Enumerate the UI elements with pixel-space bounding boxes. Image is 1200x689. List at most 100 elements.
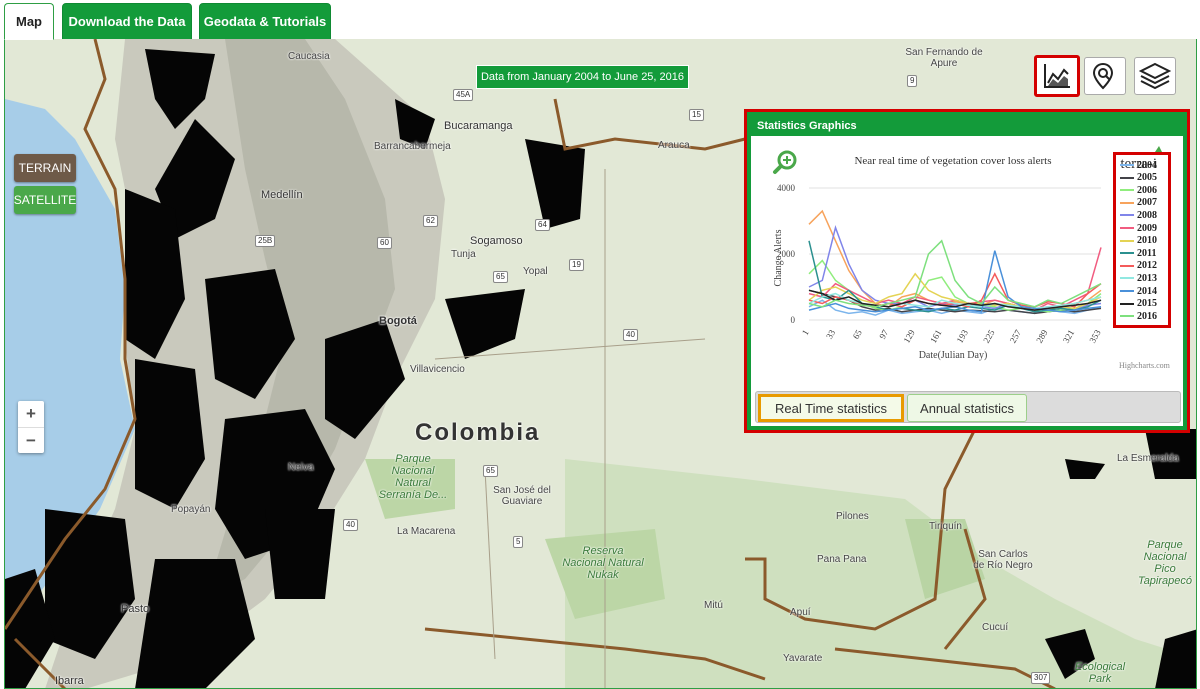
legend-item-2012[interactable]: 2012 [1120,260,1157,272]
road-shield: 65 [483,465,498,477]
legend-swatch [1120,290,1134,292]
tab-geodata-tutorials[interactable]: Geodata & Tutorials [199,3,331,40]
place-label: La Macarena [397,526,456,537]
legend-label: 2014 [1137,285,1157,297]
road-shield: 5 [513,536,524,548]
y-tick-label: 0 [791,315,796,325]
legend-item-2009[interactable]: 2009 [1120,222,1157,234]
chart-area: Near real time of vegetation cover loss … [755,138,1181,386]
place-label: Sogamoso [470,235,523,247]
chart-icon [1044,64,1070,88]
road-shield: 19 [569,259,584,271]
terrain-button[interactable]: TERRAIN [14,154,76,182]
tab-annual-statistics[interactable]: Annual statistics [907,394,1027,422]
place-label: Apuí [790,607,811,618]
place-label: Pana Pana [817,554,867,565]
legend-item-2015[interactable]: 2015 [1120,298,1157,310]
x-tick-label: 193 [955,328,971,345]
zoom-magnifier-icon[interactable] [773,150,797,174]
legend-item-2007[interactable]: 2007 [1120,197,1157,209]
statistics-tab-bar: Real Time statistics Annual statistics [755,391,1181,423]
legend-item-2008[interactable]: 2008 [1120,209,1157,221]
legend-swatch [1120,164,1134,166]
legend-label: 2010 [1137,235,1157,247]
legend-item-2010[interactable]: 2010 [1120,235,1157,247]
place-label: San Fernando de Apure [905,47,983,69]
legend-label: 2013 [1137,272,1157,284]
place-label: Yopal [523,266,548,277]
place-label: Yavarate [783,653,823,664]
place-label: Caucasia [288,51,330,62]
zoom-in-button[interactable]: + [18,401,44,427]
legend-swatch [1120,176,1134,179]
place-label: Bogotá [379,315,417,327]
park-label: Parque Nacional Pico Tapirapecó [1137,539,1193,587]
road-shield: 15 [689,109,704,121]
legend-label: 2004 [1137,159,1157,171]
legend-label: 2005 [1137,172,1157,184]
legend-label: 2007 [1137,197,1157,209]
legend-label: 2006 [1137,184,1157,196]
legend-swatch [1120,201,1134,204]
x-tick-label: 129 [902,328,918,345]
date-range-badge: Data from January 2004 to June 25, 2016 [476,65,689,89]
legend-label: 2016 [1137,310,1157,322]
road-shield: 62 [423,215,438,227]
tab-map[interactable]: Map [4,3,54,40]
x-tick-label: 65 [851,328,864,341]
x-tick-label: 321 [1061,328,1076,345]
layers-button[interactable] [1134,57,1176,95]
tab-real-time-statistics[interactable]: Real Time statistics [758,394,904,422]
road-shield: 45A [453,89,474,101]
legend-item-2014[interactable]: 2014 [1120,285,1157,297]
place-label: Neiva [288,462,314,473]
zoom-out-button[interactable]: − [18,427,44,453]
zoom-control: + − [18,401,44,453]
legend-swatch [1120,239,1134,242]
statistics-panel: Statistics Graphics Near real time of ve… [744,109,1190,433]
statistics-panel-header: Statistics Graphics [751,116,1183,136]
legend-swatch [1120,315,1134,318]
legend-item-2016[interactable]: 2016 [1120,310,1157,322]
legend-item-2006[interactable]: 2006 [1120,184,1157,196]
legend-item-2011[interactable]: 2011 [1120,247,1156,259]
legend-item-2013[interactable]: 2013 [1120,272,1157,284]
legend-label: 2008 [1137,209,1157,221]
legend-label: 2009 [1137,222,1157,234]
place-label: Villavicencio [410,364,465,375]
road-shield: 65 [493,271,508,283]
highcharts-credit: Highcharts.com [1119,361,1171,370]
road-shield: 40 [623,329,638,341]
road-shield: 60 [377,237,392,249]
place-label: Cucuí [982,622,1009,633]
legend-swatch [1120,189,1134,192]
place-label: San José del Guaviare [493,485,551,507]
search-location-button[interactable] [1084,57,1126,95]
x-axis-label: Date(Julian Day) [919,350,988,361]
park-label: Parque Nacional Natural Serranía De... [378,453,448,501]
x-tick-label: 33 [824,328,837,341]
legend-swatch [1120,252,1134,255]
legend-label: 2011 [1137,247,1157,259]
legend-item-2004[interactable]: 2004 [1120,159,1157,171]
legend-swatch [1120,214,1134,217]
road-shield: 307 [1031,672,1051,684]
place-label: Pilones [836,511,869,522]
tab-download-data[interactable]: Download the Data [62,3,192,40]
road-shield: 40 [343,519,358,531]
tab-bar: Map Download the Data Geodata & Tutorial… [0,0,1200,40]
place-label: Ibarra [55,675,84,687]
legend-swatch [1120,277,1134,280]
place-label: Barrancabermeja [374,141,451,152]
y-tick-label: 2000 [777,249,796,259]
place-label: Popayán [171,504,211,515]
legend-swatch [1120,264,1134,267]
road-shield: 25B [255,235,276,247]
legend-item-2005[interactable]: 2005 [1120,172,1157,184]
legend-swatch [1120,302,1134,305]
satellite-button[interactable]: SATELLITE [14,186,76,214]
statistics-toggle-button[interactable] [1034,55,1080,97]
map-canvas[interactable]: Caucasia San Fernando de Apure Bucaraman… [4,39,1197,689]
park-label: Ecological Park [1074,661,1126,685]
park-label: Reserva Nacional Natural Nukak [562,545,644,581]
